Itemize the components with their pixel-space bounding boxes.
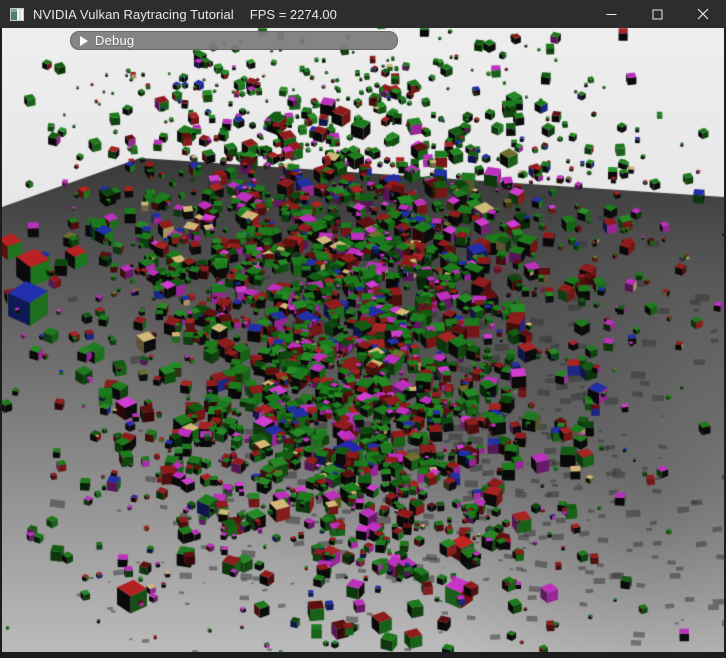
app-window: NVIDIA Vulkan Raytracing Tutorial FPS = … — [0, 0, 726, 658]
maximize-button[interactable] — [634, 0, 680, 28]
debug-panel-header[interactable]: Debug — [70, 31, 398, 50]
raytraced-scene-canvas[interactable] — [2, 28, 724, 652]
maximize-icon — [652, 9, 663, 20]
titlebar: NVIDIA Vulkan Raytracing Tutorial FPS = … — [0, 0, 726, 28]
debug-panel-label: Debug — [95, 33, 134, 48]
minimize-icon — [606, 9, 617, 20]
close-button[interactable] — [680, 0, 726, 28]
fps-counter: FPS = 2274.00 — [250, 7, 337, 22]
window-title: NVIDIA Vulkan Raytracing Tutorial — [33, 7, 234, 22]
render-viewport[interactable]: Debug — [2, 28, 724, 652]
app-icon — [10, 8, 24, 21]
close-icon — [697, 8, 709, 20]
collapsed-arrow-icon — [80, 36, 88, 46]
minimize-button[interactable] — [588, 0, 634, 28]
